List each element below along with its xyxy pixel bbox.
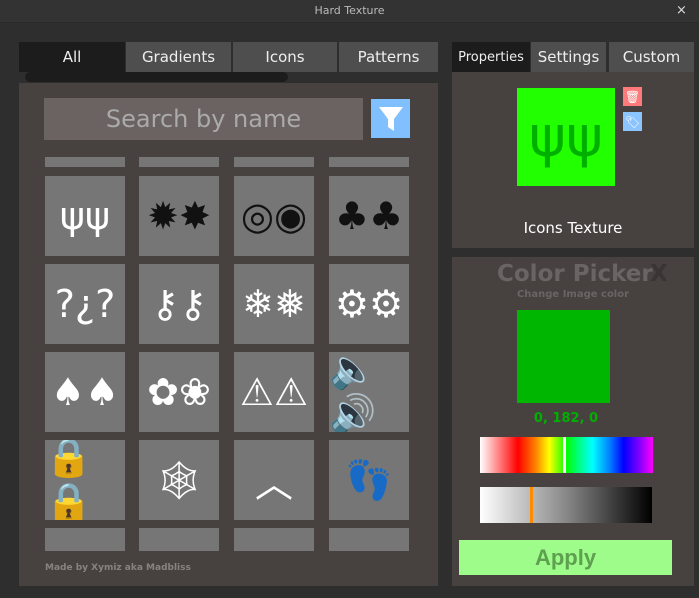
- texture-tile-spider-webs[interactable]: 🕸: [139, 440, 219, 520]
- filter-icon: [378, 106, 403, 131]
- color-picker-close-button[interactable]: X: [650, 261, 668, 287]
- trash-icon: 🗑: [624, 89, 641, 104]
- texture-tile-gears[interactable]: ⚙⚙: [329, 264, 409, 344]
- targets-icon: ◎◉: [240, 194, 308, 238]
- tab-icons[interactable]: Icons: [233, 42, 337, 72]
- flowers-icon: ✿❀: [147, 370, 211, 414]
- footprints-icon: 👣: [345, 457, 393, 502]
- tab-custom[interactable]: Custom: [609, 42, 694, 72]
- tab-properties[interactable]: Properties: [452, 42, 530, 72]
- texture-tile-keys[interactable]: ⚷⚷: [139, 264, 219, 344]
- texture-tile-grass[interactable]: ψψ: [45, 176, 125, 256]
- tab-settings[interactable]: Settings: [531, 42, 606, 72]
- grass-icon: ψψ: [59, 194, 111, 238]
- search-input[interactable]: Search by name: [44, 98, 363, 140]
- tab-all[interactable]: All: [19, 42, 125, 72]
- texture-tile-flowers[interactable]: ✿❀: [139, 352, 219, 432]
- texture-grid[interactable]: ψψ ✹✸ ◎◉ ♣♣ ?¿? ⚷⚷ ❄❅ ⚙⚙ ♠♠ ✿❀ ⚠⚠ 🔈🔊 🔒🔒 🕸 ︿ 👣: [45, 157, 410, 551]
- spider-webs-icon: 🕸: [154, 457, 204, 502]
- speakers-icon: 🔈🔊: [329, 352, 377, 432]
- texture-name: Icons Texture: [523, 219, 623, 237]
- chevron-up-icon: ︿: [254, 461, 293, 506]
- rgb-value: 0, 182, 0: [533, 411, 599, 426]
- texture-tile[interactable]: [45, 157, 125, 167]
- texture-tile[interactable]: [329, 528, 409, 551]
- texture-tile-splats[interactable]: ✹✸: [139, 176, 219, 256]
- tab-gradients[interactable]: Gradients: [126, 42, 231, 72]
- snowflakes-icon: ❄❅: [242, 282, 306, 326]
- texture-tile-targets[interactable]: ◎◉: [234, 176, 314, 256]
- hue-slider-handle[interactable]: [563, 437, 567, 473]
- keys-icon: ⚷⚷: [151, 282, 207, 326]
- question-marks-icon: ?¿?: [54, 282, 116, 326]
- texture-tile[interactable]: [234, 528, 314, 551]
- credits: Made by Xymiz aka Madbliss: [45, 563, 191, 573]
- texture-tile-footprints[interactable]: 👣: [329, 440, 409, 520]
- texture-tile[interactable]: [234, 157, 314, 167]
- color-picker-title: Color Picker: [497, 261, 653, 287]
- brightness-slider[interactable]: [480, 487, 652, 523]
- filter-button[interactable]: [371, 99, 410, 138]
- texture-tile-speakers[interactable]: 🔈🔊: [329, 352, 409, 432]
- texture-preview: ψψ: [517, 88, 615, 186]
- splats-icon: ✹✸: [147, 194, 211, 238]
- window-title: Hard Texture: [314, 4, 385, 17]
- texture-tile[interactable]: [139, 528, 219, 551]
- padlocks-icon: 🔒🔒: [45, 440, 93, 520]
- mushrooms-icon: ♠♠: [50, 370, 120, 414]
- delete-button[interactable]: 🗑: [623, 87, 642, 106]
- apply-button[interactable]: Apply: [459, 540, 672, 575]
- texture-tile-mushrooms[interactable]: ♠♠: [45, 352, 125, 432]
- texture-tile-padlocks[interactable]: 🔒🔒: [45, 440, 125, 520]
- cactus-icon: ♣♣: [334, 194, 404, 238]
- texture-tile-cactus[interactable]: ♣♣: [329, 176, 409, 256]
- texture-tile[interactable]: [45, 528, 125, 551]
- tag-button[interactable]: 🏷: [623, 112, 642, 131]
- tag-icon: 🏷: [624, 114, 641, 129]
- texture-tile[interactable]: [329, 157, 409, 167]
- texture-tile-chevron-up[interactable]: ︿: [234, 440, 314, 520]
- gears-icon: ⚙⚙: [334, 282, 404, 326]
- hue-slider[interactable]: [480, 437, 653, 473]
- texture-tile-snowflakes[interactable]: ❄❅: [234, 264, 314, 344]
- texture-tile-warning-signs[interactable]: ⚠⚠: [234, 352, 314, 432]
- tab-patterns[interactable]: Patterns: [339, 42, 438, 72]
- warning-signs-icon: ⚠⚠: [239, 370, 309, 414]
- close-window-button[interactable]: ×: [676, 3, 687, 18]
- texture-tile[interactable]: [139, 157, 219, 167]
- color-swatch: [517, 310, 610, 403]
- color-picker-subtitle: Change Image color: [516, 289, 630, 300]
- texture-tile-question-marks[interactable]: ?¿?: [45, 264, 125, 344]
- tab-scrollbar[interactable]: [25, 72, 288, 82]
- brightness-slider-handle[interactable]: [529, 487, 533, 523]
